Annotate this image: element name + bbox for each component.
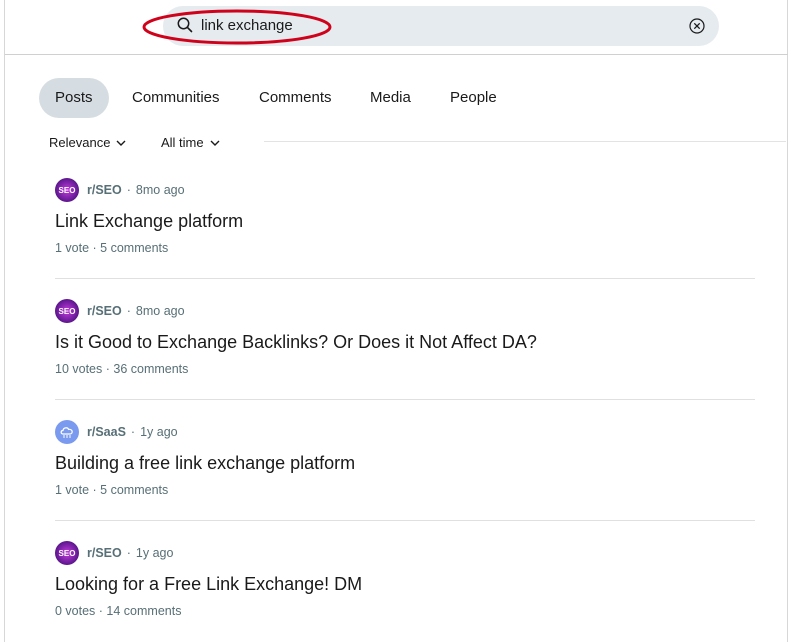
cloud-icon bbox=[60, 427, 73, 438]
post-meta: SEO r/SEO · 8mo ago bbox=[55, 299, 755, 323]
post-age: 1y ago bbox=[135, 546, 174, 560]
seo-avatar-icon[interactable]: SEO bbox=[55, 299, 79, 323]
meta-separator: · bbox=[126, 183, 131, 197]
post-stats: 10 votes · 36 comments bbox=[55, 362, 189, 376]
post-stats: 0 votes · 14 comments bbox=[55, 604, 182, 618]
header-divider bbox=[5, 54, 788, 55]
tab-posts[interactable]: Posts bbox=[39, 78, 109, 118]
post-age: 1y ago bbox=[140, 425, 178, 439]
meta-separator: · bbox=[126, 304, 131, 318]
post-meta: r/SaaS · 1y ago bbox=[55, 420, 755, 444]
filter-divider bbox=[264, 141, 786, 142]
subreddit-link[interactable]: r/SEO bbox=[87, 546, 122, 560]
post-item[interactable]: SEO r/SEO · 8mo ago Is it Good to Exchan… bbox=[55, 299, 755, 376]
post-title[interactable]: Is it Good to Exchange Backlinks? Or Doe… bbox=[55, 332, 755, 354]
post-divider bbox=[55, 520, 755, 521]
clear-search-icon[interactable] bbox=[689, 18, 705, 34]
post-title[interactable]: Looking for a Free Link Exchange! DM bbox=[55, 574, 755, 596]
post-title[interactable]: Building a free link exchange platform bbox=[55, 453, 755, 475]
post-age: 8mo ago bbox=[135, 183, 185, 197]
post-meta: SEO r/SEO · 8mo ago bbox=[55, 178, 755, 202]
post-title[interactable]: Link Exchange platform bbox=[55, 211, 755, 233]
post-divider bbox=[55, 278, 755, 279]
meta-separator: · bbox=[126, 546, 131, 560]
sort-label: Relevance bbox=[49, 135, 111, 150]
subreddit-link[interactable]: r/SEO bbox=[87, 304, 122, 318]
cloud-avatar-icon[interactable] bbox=[55, 420, 79, 444]
tab-communities[interactable]: Communities bbox=[116, 78, 236, 118]
post-divider bbox=[55, 399, 755, 400]
post-stats: 1 vote · 5 comments bbox=[55, 483, 169, 497]
meta-separator: · bbox=[130, 425, 136, 439]
chevron-down-icon bbox=[116, 140, 126, 146]
tab-people[interactable]: People bbox=[434, 78, 513, 118]
time-dropdown[interactable]: All time bbox=[161, 135, 220, 150]
sort-dropdown[interactable]: Relevance bbox=[49, 135, 126, 150]
time-label: All time bbox=[161, 135, 204, 150]
post-stats: 1 vote · 5 comments bbox=[55, 241, 169, 255]
chevron-down-icon bbox=[210, 140, 220, 146]
post-age: 8mo ago bbox=[135, 304, 185, 318]
post-meta: SEO r/SEO · 1y ago bbox=[55, 541, 755, 565]
tab-comments[interactable]: Comments bbox=[243, 78, 348, 118]
subreddit-link[interactable]: r/SaaS bbox=[87, 425, 126, 439]
highlight-annotation bbox=[142, 9, 332, 45]
post-item[interactable]: SEO r/SEO · 8mo ago Link Exchange platfo… bbox=[55, 178, 755, 255]
tab-media[interactable]: Media bbox=[354, 78, 427, 118]
seo-avatar-icon[interactable]: SEO bbox=[55, 178, 79, 202]
post-item[interactable]: SEO r/SEO · 1y ago Looking for a Free Li… bbox=[55, 541, 755, 618]
post-item[interactable]: r/SaaS · 1y ago Building a free link exc… bbox=[55, 420, 755, 497]
seo-avatar-icon[interactable]: SEO bbox=[55, 541, 79, 565]
subreddit-link[interactable]: r/SEO bbox=[87, 183, 122, 197]
